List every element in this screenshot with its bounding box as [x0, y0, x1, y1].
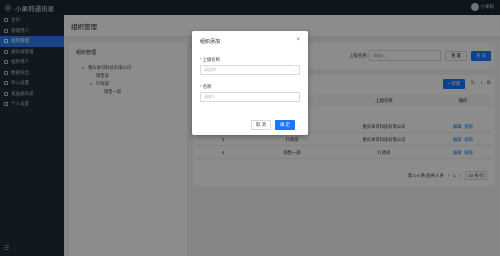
required-mark: * [200, 57, 202, 62]
modal-title: 组织添加 [200, 39, 221, 45]
parent-name-label: *上级名称 [200, 57, 220, 62]
parent-name-select[interactable]: 请选择 ⌄ [200, 65, 300, 75]
confirm-button[interactable]: 确 定 [275, 120, 295, 130]
chevron-down-icon: ⌄ [293, 68, 296, 73]
required-mark: * [200, 84, 202, 89]
cancel-button[interactable]: 取 消 [251, 120, 271, 130]
name-label: *名称 [200, 84, 212, 89]
close-icon[interactable]: × [296, 37, 300, 43]
org-add-modal: 组织添加 × *上级名称 请选择 ⌄ *名称 请输入 取 消 确 定 [192, 31, 308, 135]
name-input[interactable]: 请输入 [200, 92, 300, 102]
